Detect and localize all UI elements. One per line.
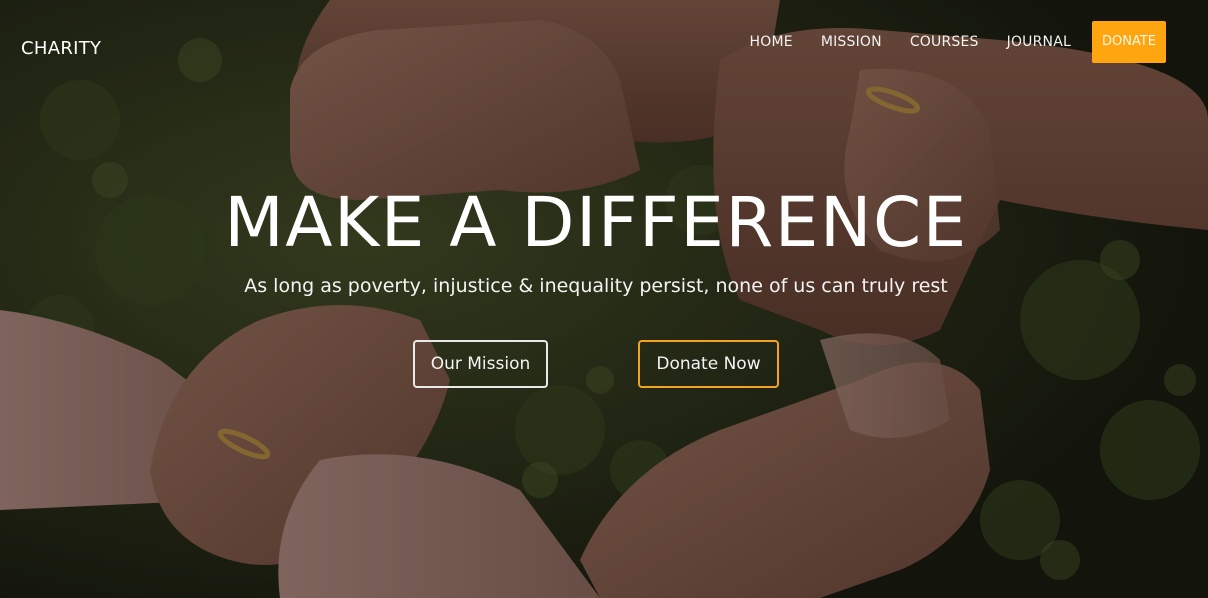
hero-headline: MAKE A DIFFERENCE [224, 183, 968, 263]
main-nav: HOME MISSION COURSES JOURNAL DONATE [750, 20, 1166, 63]
nav-link-journal[interactable]: JOURNAL [1007, 34, 1071, 50]
hero-section: CHARITY HOME MISSION COURSES JOURNAL DON… [0, 0, 1208, 598]
nav-link-mission[interactable]: MISSION [821, 34, 882, 50]
nav-donate-button[interactable]: DONATE [1092, 20, 1166, 63]
our-mission-button[interactable]: Our Mission [413, 340, 548, 388]
image-dark-overlay [0, 0, 1208, 598]
site-logo[interactable]: CHARITY [21, 38, 101, 59]
nav-link-home[interactable]: HOME [750, 34, 793, 50]
hero-subheadline: As long as poverty, injustice & inequali… [244, 275, 948, 297]
donate-now-button[interactable]: Donate Now [638, 340, 779, 388]
nav-link-courses[interactable]: COURSES [910, 34, 979, 50]
